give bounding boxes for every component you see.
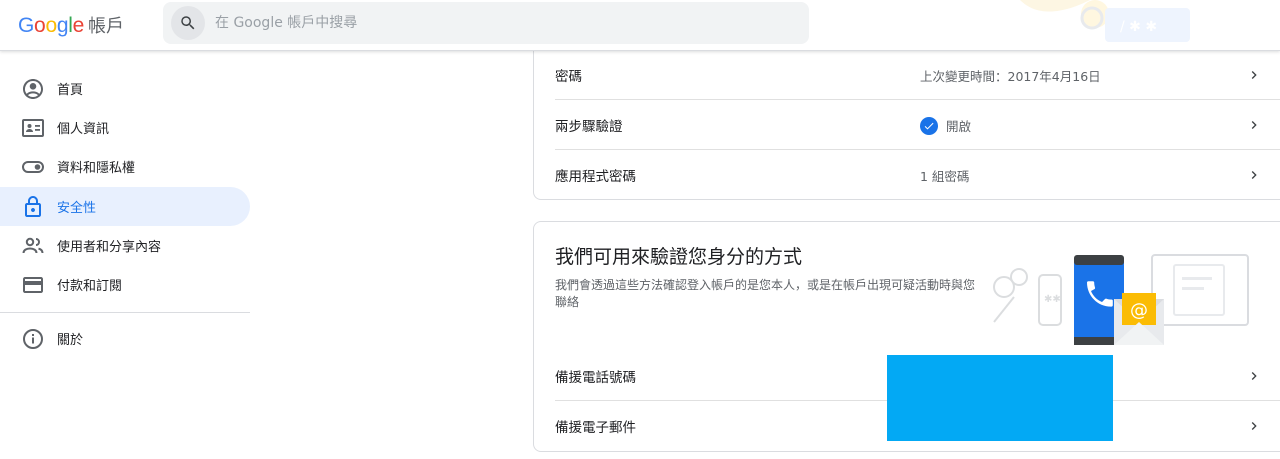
signin-card: 密碼 上次變更時間：2017年4月16日 兩步驟驗證 開啟 應用程式密碼 1 組…	[533, 30, 1280, 200]
svg-text:@: @	[1130, 300, 1148, 321]
search-input[interactable]	[215, 2, 795, 44]
sidebar-item-personal-info[interactable]: 個人資訊	[0, 108, 250, 147]
sidebar-item-label: 付款和訂閱	[57, 279, 123, 294]
row-value: 開啟	[920, 116, 971, 135]
card-description: 我們會透過這些方法確認登入帳戶的是您本人，或是在帳戶出現可疑活動時與您聯絡	[555, 278, 976, 309]
chevron-right-icon	[1251, 71, 1257, 79]
password-row[interactable]: 密碼 上次變更時間：2017年4月16日	[555, 50, 1280, 100]
verification-illustration: ✱✱ @	[993, 254, 1249, 345]
row-label: 備援電子郵件	[555, 420, 636, 436]
google-account-logo[interactable]: Google 帳戶	[18, 12, 124, 38]
header-decoration: / ✱ ✱	[980, 0, 1280, 50]
sidebar-divider	[0, 312, 250, 313]
row-label: 備援電話號碼	[555, 370, 636, 386]
logo-letter: e	[72, 14, 85, 37]
sidebar-item-data-privacy[interactable]: 資料和隱私權	[0, 147, 250, 186]
sidebar-item-label: 個人資訊	[57, 122, 110, 137]
sidebar-item-label: 資料和隱私權	[57, 161, 136, 176]
logo-letter: g	[56, 14, 69, 37]
search-bar[interactable]	[163, 2, 809, 44]
chevron-right-icon	[1251, 171, 1257, 179]
card-title: 我們可用來驗證您身分的方式	[555, 246, 803, 268]
sidebar-item-label: 使用者和分享內容	[57, 240, 162, 255]
sidebar-item-payments[interactable]: 付款和訂閱	[0, 265, 250, 304]
people-icon	[22, 237, 44, 254]
check-circle-icon	[920, 116, 938, 135]
row-label: 應用程式密碼	[555, 169, 636, 185]
row-value: 上次變更時間：2017年4月16日	[920, 69, 1101, 84]
sidebar-nav: 首頁 個人資訊 資料和隱私權 安全性 使用者和分享內容 付款和訂閱 關於	[0, 51, 252, 459]
row-label: 兩步驟驗證	[555, 119, 623, 135]
chevron-right-icon	[1251, 372, 1257, 380]
credit-card-icon	[23, 277, 43, 293]
search-icon	[181, 16, 195, 30]
sidebar-item-label: 關於	[57, 333, 84, 348]
row-label: 密碼	[555, 69, 582, 85]
logo-letter: o	[45, 14, 57, 37]
sidebar-item-label: 安全性	[57, 201, 97, 216]
two-step-verification-row[interactable]: 兩步驟驗證 開啟	[555, 100, 1280, 150]
person-card-icon	[22, 119, 44, 137]
google-logo-text: Google	[18, 14, 84, 38]
home-icon	[23, 79, 43, 99]
lock-icon	[25, 196, 41, 217]
toggle-icon	[22, 161, 44, 173]
sidebar-item-label: 首頁	[57, 83, 84, 98]
product-name: 帳戶	[87, 16, 124, 37]
app-header: Google 帳戶 / ✱ ✱	[0, 0, 1280, 51]
redaction-block	[887, 355, 1113, 441]
logo-letter: o	[34, 14, 46, 37]
sidebar-item-about[interactable]: 關於	[0, 319, 250, 358]
sidebar-item-people-sharing[interactable]: 使用者和分享內容	[0, 226, 250, 265]
chevron-right-icon	[1251, 422, 1257, 430]
info-icon	[23, 329, 43, 349]
search-button[interactable]	[171, 6, 205, 40]
sidebar-item-home[interactable]: 首頁	[0, 69, 250, 108]
svg-text:/ ✱ ✱: / ✱ ✱	[1120, 19, 1157, 35]
row-value: 1 組密碼	[920, 169, 970, 184]
logo-letter: G	[18, 14, 35, 37]
app-passwords-row[interactable]: 應用程式密碼 1 組密碼	[555, 150, 1280, 200]
sidebar-item-security[interactable]: 安全性	[0, 187, 250, 226]
svg-text:✱✱: ✱✱	[1044, 294, 1061, 305]
chevron-right-icon	[1251, 121, 1257, 129]
